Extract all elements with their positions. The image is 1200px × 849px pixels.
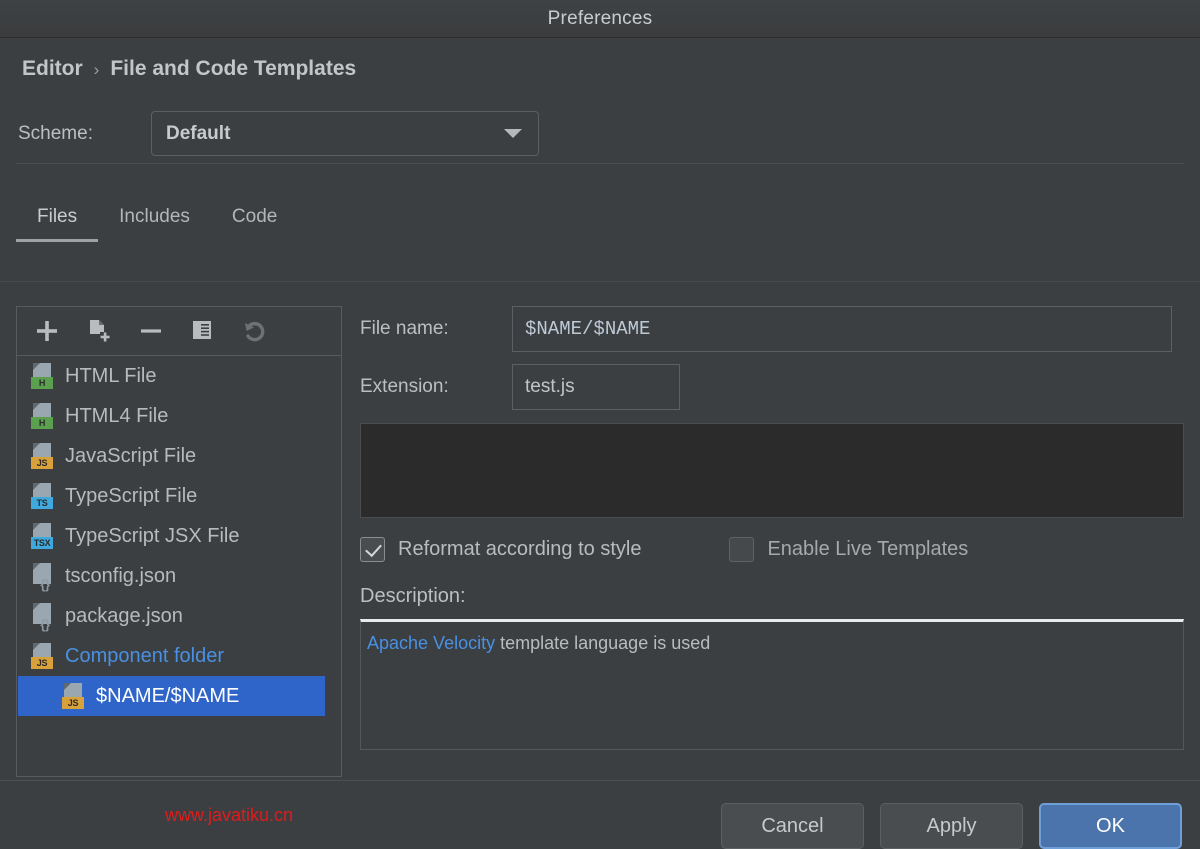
breadcrumb-current: File and Code Templates — [110, 57, 356, 81]
ok-button[interactable]: OK — [1039, 803, 1182, 849]
file-type-badge: {} — [34, 578, 56, 590]
reformat-checkbox[interactable] — [360, 537, 385, 562]
file-name-input[interactable]: $NAME/$NAME — [512, 306, 1172, 352]
breadcrumb-parent[interactable]: Editor — [22, 57, 83, 81]
list-item-label: HTML File — [65, 365, 156, 388]
tab-files[interactable]: Files — [16, 206, 98, 242]
file-type-icon: H — [31, 363, 55, 389]
file-type-icon: H — [31, 403, 55, 429]
list-item[interactable]: TS TypeScript File — [17, 476, 341, 516]
scheme-divider — [16, 163, 1184, 164]
tab-includes[interactable]: Includes — [98, 206, 211, 242]
file-type-badge: H — [31, 377, 53, 389]
description-label: Description: — [360, 585, 1184, 608]
breadcrumb: Editor › File and Code Templates — [22, 57, 356, 81]
list-item-label: $NAME/$NAME — [96, 685, 239, 708]
remove-button[interactable] — [137, 317, 165, 345]
list-item-label: tsconfig.json — [65, 565, 176, 588]
file-name-label: File name: — [360, 318, 512, 340]
preferences-content: Editor › File and Code Templates Scheme:… — [0, 39, 1200, 816]
undo-arrow-icon — [242, 318, 268, 344]
file-type-icon: JS — [31, 643, 55, 669]
description-text: Apache Velocity template language is use… — [367, 632, 1177, 655]
file-plus-icon — [86, 318, 112, 344]
reformat-checkbox-wrap[interactable]: Reformat according to style — [360, 537, 641, 562]
list-toolbar — [17, 307, 341, 356]
list-item-label: JavaScript File — [65, 445, 196, 468]
tab-code[interactable]: Code — [211, 206, 298, 242]
file-type-badge: H — [31, 417, 53, 429]
extension-row: Extension: test.js — [360, 364, 1184, 410]
add-button[interactable] — [33, 317, 61, 345]
file-type-icon: JS — [62, 683, 86, 709]
file-type-badge: JS — [62, 697, 84, 709]
file-name-value: $NAME/$NAME — [525, 318, 650, 340]
file-type-icon: {} — [31, 603, 55, 629]
checkbox-row: Reformat according to style Enable Live … — [360, 537, 1184, 562]
copy-icon — [190, 318, 216, 344]
tab-bar: FilesIncludesCode — [16, 194, 298, 242]
breadcrumb-separator-icon: › — [94, 60, 100, 80]
list-item-label: TypeScript JSX File — [65, 525, 240, 548]
file-type-icon: TSX — [31, 523, 55, 549]
description-rest: template language is used — [495, 633, 710, 653]
file-type-badge: TSX — [31, 537, 53, 549]
list-item[interactable]: {} tsconfig.json — [17, 556, 341, 596]
file-type-badge: JS — [31, 457, 53, 469]
extension-label: Extension: — [360, 376, 512, 398]
file-type-badge: {} — [34, 618, 56, 630]
minus-icon — [138, 318, 164, 344]
dialog-buttons: Cancel Apply OK — [721, 803, 1182, 849]
list-item[interactable]: JS JavaScript File — [17, 436, 341, 476]
list-item-label: Component folder — [65, 645, 224, 668]
apache-velocity-link[interactable]: Apache Velocity — [367, 633, 495, 653]
reset-button[interactable] — [241, 317, 269, 345]
file-type-badge: TS — [31, 497, 53, 509]
scheme-selected-value: Default — [166, 123, 230, 145]
list-item[interactable]: {} package.json — [17, 596, 341, 636]
list-item[interactable]: JS $NAME/$NAME — [18, 676, 325, 716]
window-title-bar: Preferences — [0, 0, 1200, 38]
window-title: Preferences — [548, 8, 653, 30]
scheme-label: Scheme: — [18, 123, 151, 145]
templates-list-panel: H HTML File H HTML4 File JS JavaScript File TS… — [16, 306, 342, 777]
file-type-icon: TS — [31, 483, 55, 509]
list-item[interactable]: H HTML4 File — [17, 396, 341, 436]
extension-value: test.js — [525, 376, 575, 398]
file-type-badge: JS — [31, 657, 53, 669]
file-type-icon: JS — [31, 443, 55, 469]
bottom-divider — [0, 780, 1200, 781]
live-templates-checkbox-wrap[interactable]: Enable Live Templates — [729, 537, 968, 562]
list-item-label: HTML4 File — [65, 405, 168, 428]
tab-divider — [0, 281, 1200, 282]
plus-icon — [34, 318, 60, 344]
scheme-row: Scheme: Default — [18, 111, 539, 156]
extension-input[interactable]: test.js — [512, 364, 680, 410]
list-item[interactable]: H HTML File — [17, 356, 341, 396]
list-item[interactable]: JS Component folder — [17, 636, 341, 676]
file-type-icon: {} — [31, 563, 55, 589]
reformat-checkbox-label: Reformat according to style — [398, 538, 641, 561]
scheme-dropdown[interactable]: Default — [151, 111, 539, 156]
apply-button[interactable]: Apply — [880, 803, 1023, 849]
template-form-panel: File name: $NAME/$NAME Extension: test.j… — [360, 306, 1184, 750]
add-file-button[interactable] — [85, 317, 113, 345]
list-item-label: TypeScript File — [65, 485, 197, 508]
file-name-row: File name: $NAME/$NAME — [360, 306, 1184, 352]
live-templates-checkbox[interactable] — [729, 537, 754, 562]
template-body-editor[interactable] — [360, 423, 1184, 518]
copy-button[interactable] — [189, 317, 217, 345]
cancel-button[interactable]: Cancel — [721, 803, 864, 849]
chevron-down-icon — [504, 129, 522, 138]
list-item-label: package.json — [65, 605, 183, 628]
description-box[interactable]: Apache Velocity template language is use… — [360, 619, 1184, 750]
list-item[interactable]: TSX TypeScript JSX File — [17, 516, 341, 556]
live-templates-checkbox-label: Enable Live Templates — [767, 538, 968, 561]
templates-list[interactable]: H HTML File H HTML4 File JS JavaScript File TS… — [17, 356, 341, 716]
